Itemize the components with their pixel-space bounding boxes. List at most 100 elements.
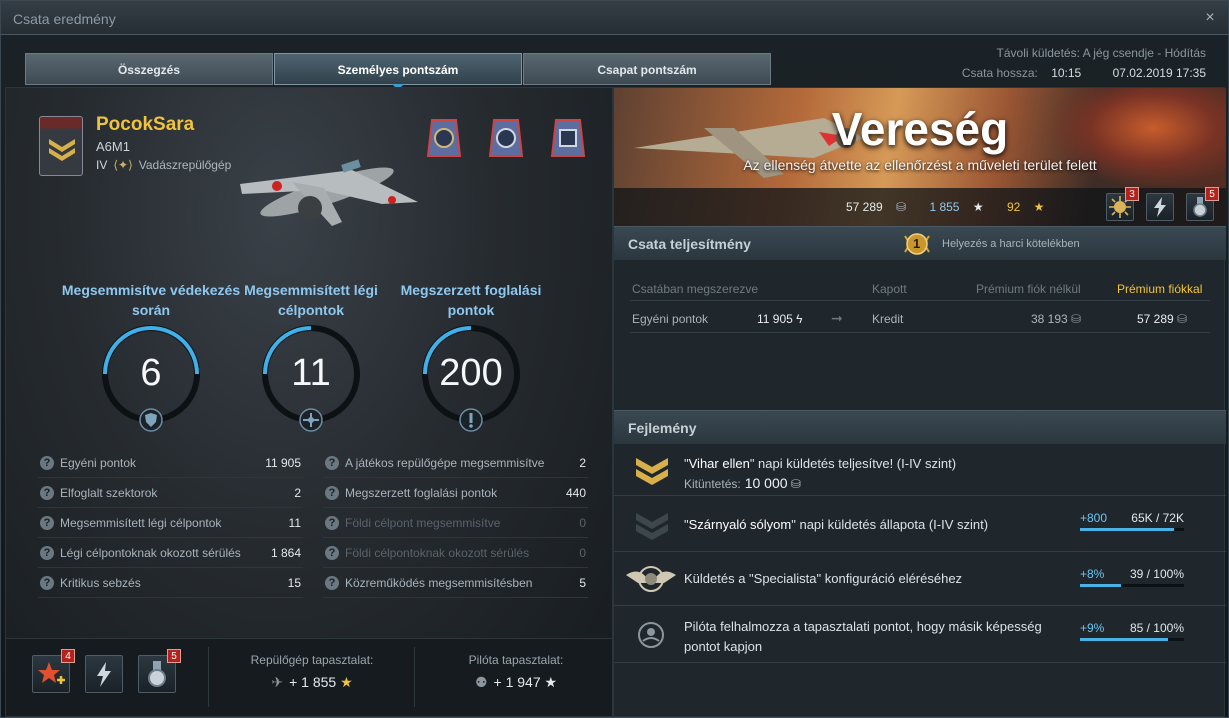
reward-value: 10 000 — [744, 475, 788, 491]
help-icon[interactable]: ? — [325, 546, 339, 560]
stats-column-right: ? A játékos repülőgépe megsemmisítve 2 ? Me… — [323, 448, 588, 598]
development-item: Pilóta felhalmozza a tapasztalati pontot… — [614, 607, 1226, 663]
stat-air-targets-label: Megsemmisített légi célpontok — [244, 282, 378, 318]
chevron-rank-gold-icon — [636, 458, 668, 485]
help-icon[interactable]: ? — [325, 516, 339, 530]
stat-row: ? A játékos repülőgépe megsemmisítve 2 — [323, 448, 588, 478]
stat-row: ? Megsemmisített légi célpontok 11 — [38, 508, 303, 538]
shield-icon — [139, 408, 163, 432]
badge-3-icon[interactable] — [550, 118, 586, 158]
pilot-xp-label: Pilóta tapasztalat: — [468, 653, 564, 667]
plane-class: IV ⟨✦⟩ Vadászrepülőgép — [96, 158, 231, 172]
badge-1-icon[interactable] — [426, 118, 462, 158]
medals-button[interactable]: 5 — [138, 649, 181, 693]
result-subtitle: Az ellenség átvette az ellenőrzést a műv… — [743, 157, 1097, 173]
progress-fill — [1080, 638, 1169, 641]
stat-capture-points: Megszerzett foglalási pontok 200 — [381, 280, 561, 432]
bonus-count: 3 — [1125, 187, 1139, 201]
duration-value: 10:15 — [1051, 66, 1082, 80]
col-received: Kapott — [872, 282, 907, 296]
development-heading: Fejlemény — [628, 420, 697, 436]
crosshair-plane-icon — [299, 408, 323, 432]
result-reward-icons: 3 5 — [1106, 187, 1219, 221]
help-icon[interactable]: ? — [40, 486, 54, 500]
row-received: Kredit — [872, 312, 904, 326]
plane-xp-label: Repülőgép tapasztalat: — [250, 653, 374, 667]
battle-result-window: Csata eredmény × Összegzés Személyes pon… — [0, 0, 1229, 718]
specialist-text: Küldetés a "Specialista" konfiguráció el… — [684, 571, 963, 586]
experience-footer: 4 5 Repülőgép tapasztalat: ✈ + 1 855 ★ Pi… — [6, 638, 612, 716]
plane-class-label: Vadászrepülőgép — [138, 158, 232, 172]
white-star-icon: ★ — [544, 674, 558, 690]
result-title: Vereség — [831, 103, 1009, 155]
help-icon[interactable]: ? — [325, 456, 339, 470]
stat-row: ? Földi célpontoknak okozott sérülés 0 — [323, 538, 588, 568]
achievements-button[interactable]: 4 — [32, 649, 75, 693]
col-premium: Prémium fiókkal — [1117, 282, 1203, 296]
divider — [630, 332, 1210, 333]
stat-row: ? Légi célpontoknak okozott sérülés 1 864 — [38, 538, 303, 568]
specialist-progress: +8% 39 / 100% — [1080, 567, 1184, 587]
boosters-button[interactable] — [1146, 193, 1174, 221]
placement: 1 Helyezés a harci kötelékben — [902, 230, 1080, 258]
achievement-badges — [426, 118, 586, 158]
row-value: 11 905 ϟ — [757, 312, 803, 326]
lightning-icon — [97, 662, 111, 687]
progress-fill — [1080, 528, 1174, 531]
divider — [630, 300, 1210, 301]
stat-capture-points-value: 200 — [439, 352, 503, 394]
stat-row: ? Elfoglalt szektorok 2 — [38, 478, 303, 508]
gold-star-icon: ★ — [340, 674, 353, 690]
mission-progress: +800 65K / 72K — [1080, 511, 1184, 531]
result-rewards: 57 289 ⛁ 1 855 ★ 92 ★ 3 5 — [614, 187, 1226, 226]
result-banner: Vereség Az ellenség átvette az ellenőrzé… — [614, 88, 1226, 226]
arrow-right-icon: ➞ — [831, 310, 843, 326]
tab-summary[interactable]: Összegzés — [25, 53, 273, 85]
medals-button[interactable]: 5 — [1186, 187, 1219, 221]
help-icon[interactable]: ? — [40, 576, 54, 590]
specialist-wings-icon — [626, 566, 676, 592]
divider — [208, 647, 209, 707]
badge-2-icon[interactable] — [488, 118, 524, 158]
stat-defense-kills-label: Megsemmisítve védekezés során — [61, 282, 241, 318]
row-label: Egyéni pontok — [632, 312, 709, 326]
col-no-premium: Prémium fiók nélkül — [976, 282, 1081, 296]
help-icon[interactable]: ? — [325, 576, 339, 590]
progress-fill — [1080, 584, 1121, 587]
development-item: "Vihar ellen" napi küldetés teljesítve! … — [614, 444, 1226, 496]
lightning-icon — [1154, 197, 1166, 217]
reward-icons: 4 5 — [32, 649, 181, 693]
development-item: Küldetés a "Specialista" konfiguráció el… — [614, 553, 1226, 606]
tab-personal-score[interactable]: Személyes pontszám — [274, 53, 522, 90]
title-bar: Csata eredmény × — [1, 1, 1228, 35]
pilot-wings-icon: ⚉ — [474, 674, 488, 690]
mission-title: Vihar ellen — [688, 456, 750, 471]
close-icon[interactable]: × — [1200, 8, 1220, 28]
xp-earned: 1 855 ★ — [929, 200, 984, 214]
tab-team-score[interactable]: Csapat pontszám — [523, 53, 771, 85]
bonus-button[interactable]: 3 — [1106, 187, 1139, 221]
help-icon[interactable]: ? — [40, 516, 54, 530]
help-icon[interactable]: ? — [40, 456, 54, 470]
pilot-skill-icon — [638, 622, 664, 648]
help-icon[interactable]: ? — [40, 546, 54, 560]
col-earned: Csatában megszerezve — [632, 282, 759, 296]
gold-star-icon: ★ — [1033, 200, 1045, 214]
coin-icon: ⛁ — [1071, 312, 1082, 326]
stat-row: ? Megszerzett foglalási pontok 440 — [323, 478, 588, 508]
reward-label: Kitüntetés: — [684, 477, 741, 491]
mission-title: Szárnyaló sólyom — [688, 517, 792, 532]
battle-meta: Távoli küldetés: A jég csendje - Hódítás… — [962, 43, 1206, 83]
stat-row: ? Egyéni pontok 11 905 — [38, 448, 303, 478]
result-panel: Vereség Az ellenség átvette az ellenőrzé… — [613, 87, 1226, 717]
personal-panel: PocokSara A6M1 IV ⟨✦⟩ Vadászrepülőgép Megs… — [5, 87, 613, 717]
lightning-icon: ϟ — [796, 312, 803, 326]
help-icon[interactable]: ? — [325, 486, 339, 500]
boosters-button[interactable] — [85, 655, 123, 693]
pilot-xp: Pilóta tapasztalat: ⚉ + 1 947 ★ — [416, 653, 612, 693]
chevron-rank-dark-icon — [636, 513, 668, 540]
window-title: Csata eredmény — [13, 11, 116, 27]
pilot-skill-progress: +9% 85 / 100% — [1080, 621, 1184, 641]
plane-name: A6M1 — [96, 139, 130, 154]
medals-count: 5 — [167, 649, 181, 663]
